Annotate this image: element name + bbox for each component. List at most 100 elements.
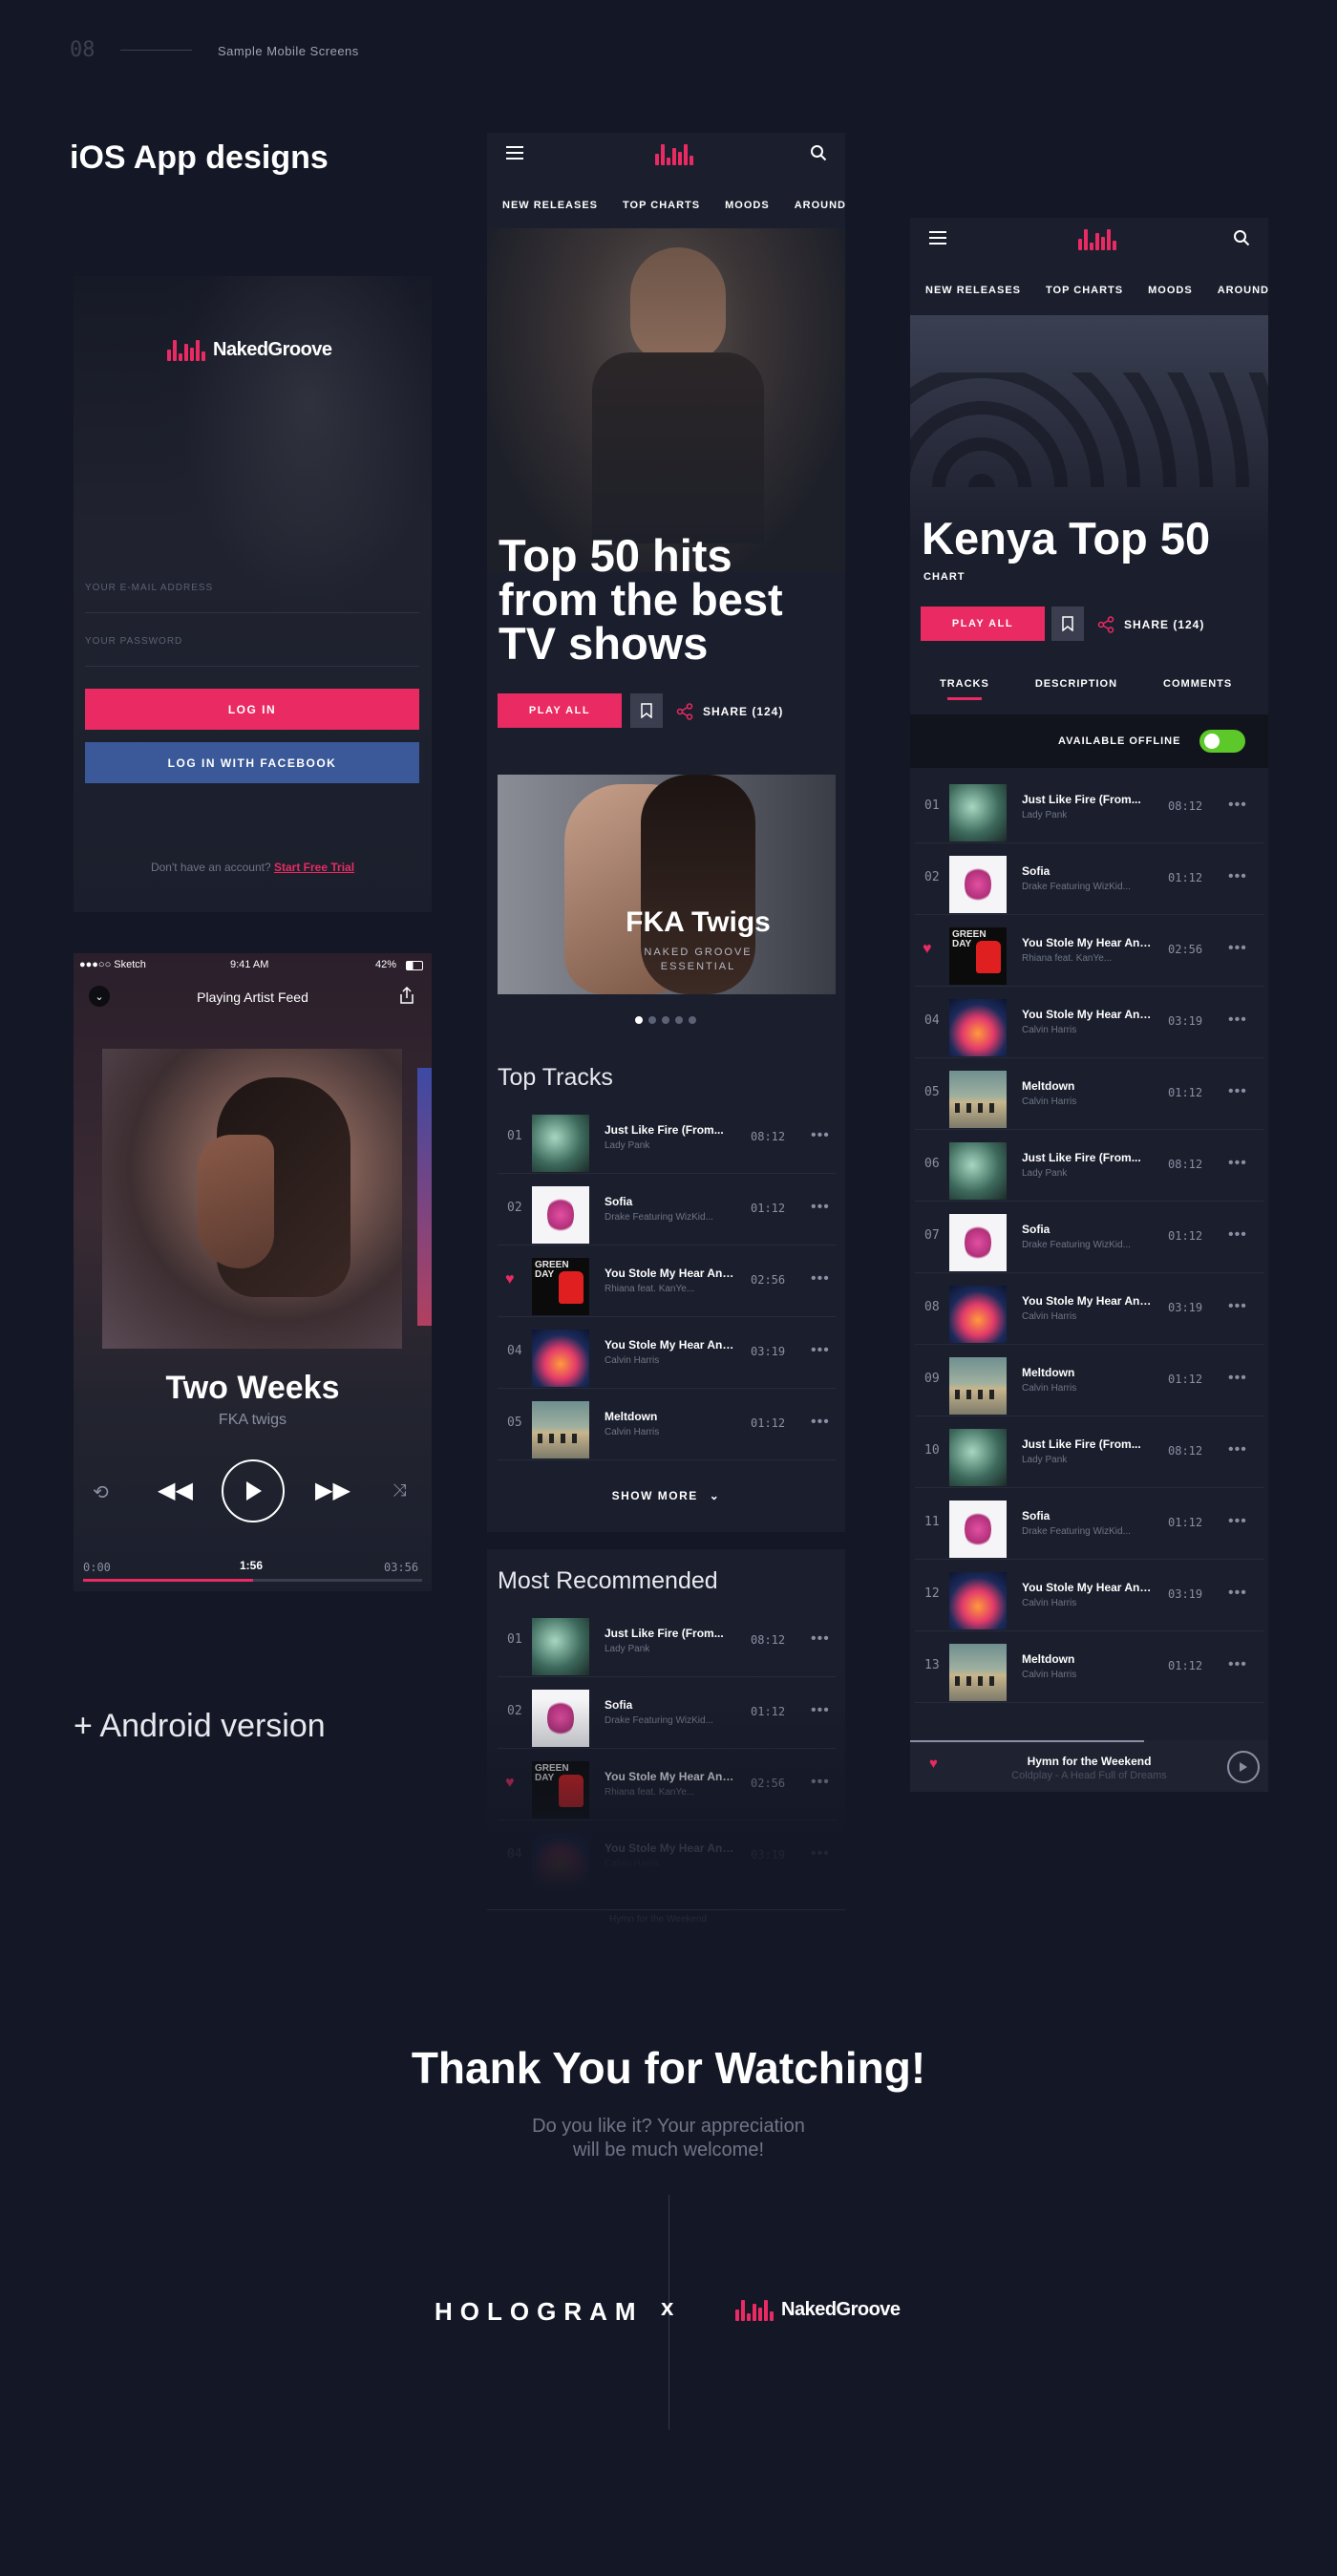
login-button[interactable]: LOG IN — [85, 689, 419, 730]
tab-around[interactable]: AROUND — [1218, 285, 1268, 296]
offline-toggle[interactable] — [1199, 730, 1245, 753]
tab-new-releases[interactable]: NEW RELEASES — [502, 200, 598, 211]
shuffle-button[interactable]: ⤨ — [393, 1480, 406, 1501]
track-row[interactable]: 09 Meltdown Calvin Harris 01:12 ••• — [915, 1345, 1263, 1416]
login-screen: NakedGroove YOUR E-MAIL ADDRESS YOUR PAS… — [74, 276, 432, 912]
track-row[interactable]: ♥ You Stole My Hear And... Rhiana feat. Ka… — [498, 1245, 836, 1317]
tab-tracks[interactable]: TRACKS — [940, 678, 989, 700]
more-options-icon[interactable]: ••• — [1228, 1585, 1247, 1602]
tab-around[interactable]: AROUND — [795, 200, 845, 211]
track-row[interactable]: 04 You Stole My Hear And... Calvin Harris 0… — [915, 987, 1263, 1058]
track-row[interactable]: 02 Sofia Drake Featuring WizKid... 01:12 ••• — [498, 1174, 836, 1245]
featured-sub2: ESSENTIAL — [660, 961, 736, 972]
more-options-icon[interactable]: ••• — [1228, 1513, 1247, 1530]
bookmark-button[interactable] — [630, 693, 663, 728]
track-row[interactable]: 10 Just Like Fire (From... Lady Pank 08:12 •… — [915, 1416, 1263, 1488]
featured-card[interactable]: FKA Twigs NAKED GROOVE ESSENTIAL — [498, 775, 836, 994]
start-trial-link[interactable]: Start Free Trial — [274, 861, 354, 874]
track-row[interactable]: 11 Sofia Drake Featuring WizKid... 01:12 ••• — [915, 1488, 1263, 1560]
share-action[interactable]: SHARE (124) — [676, 703, 783, 720]
track-row[interactable]: 01 Just Like Fire (From... Lady Pank 08:12 •… — [498, 1102, 836, 1174]
artwork-face — [198, 1135, 274, 1268]
track-row[interactable]: 13 Meltdown Calvin Harris 01:12 ••• — [915, 1631, 1263, 1703]
play-button[interactable] — [222, 1459, 285, 1522]
track-row[interactable]: 12 You Stole My Hear And... Calvin Harris 0… — [915, 1560, 1263, 1631]
progress-track[interactable] — [83, 1579, 422, 1582]
more-options-icon[interactable]: ••• — [1228, 940, 1247, 957]
track-row[interactable]: 08 You Stole My Hear And... Calvin Harris 0… — [915, 1273, 1263, 1345]
more-options-icon[interactable]: ••• — [1228, 797, 1247, 814]
password-field[interactable]: YOUR PASSWORD — [85, 631, 419, 667]
search-icon — [811, 145, 827, 161]
play-all-button[interactable]: PLAY ALL — [921, 607, 1045, 641]
menu-button[interactable] — [506, 146, 523, 164]
carousel-dot-active[interactable] — [635, 1016, 643, 1024]
track-row[interactable]: 06 Just Like Fire (From... Lady Pank 08:12 •… — [915, 1130, 1263, 1202]
tab-top-charts[interactable]: TOP CHARTS — [1046, 285, 1123, 296]
bookmark-button[interactable] — [1051, 607, 1084, 641]
search-button[interactable] — [1233, 229, 1250, 251]
progress-fill — [83, 1579, 253, 1582]
track-row[interactable]: 05 Meltdown Calvin Harris 01:12 ••• — [498, 1389, 836, 1460]
menu-button[interactable] — [929, 231, 946, 249]
more-options-icon[interactable]: ••• — [811, 1630, 830, 1648]
clock-label: 9:41 AM — [230, 959, 269, 970]
track-row[interactable]: 04 You Stole My Hear And... Calvin Harris 0… — [498, 1317, 836, 1389]
song-title: Two Weeks — [165, 1370, 340, 1406]
carousel-dot[interactable] — [675, 1016, 683, 1024]
track-row[interactable]: 01 Just Like Fire (From... Lady Pank 08:12 •… — [915, 772, 1263, 843]
kenya-chart-screen: NEW RELEASES TOP CHARTS MOODS AROUND Ken… — [910, 218, 1268, 1792]
carousel-dot[interactable] — [648, 1016, 656, 1024]
more-options-icon[interactable]: ••• — [1228, 1298, 1247, 1315]
more-options-icon[interactable]: ••• — [811, 1342, 830, 1359]
facebook-login-button[interactable]: LOG IN WITH FACEBOOK — [85, 742, 419, 783]
track-row[interactable]: ♥ You Stole My Hear And... Rhiana feat. Ka… — [915, 915, 1263, 987]
show-more-button[interactable]: SHOW MORE ⌄ — [487, 1489, 845, 1502]
more-options-icon[interactable]: ••• — [1228, 1011, 1247, 1029]
more-options-icon[interactable]: ••• — [1228, 1083, 1247, 1100]
tab-top-charts[interactable]: TOP CHARTS — [623, 200, 700, 211]
tab-comments[interactable]: COMMENTS — [1163, 678, 1232, 690]
tab-moods[interactable]: MOODS — [1148, 285, 1193, 296]
email-field[interactable]: YOUR E-MAIL ADDRESS — [85, 578, 419, 613]
more-options-icon[interactable]: ••• — [1228, 1155, 1247, 1172]
time-total: 03:56 — [384, 1561, 419, 1574]
search-button[interactable] — [810, 144, 827, 166]
more-options-icon[interactable]: ••• — [811, 1127, 830, 1144]
heart-icon[interactable]: ♥ — [505, 1271, 515, 1288]
mini-play-button[interactable] — [1227, 1751, 1260, 1783]
track-row[interactable]: 07 Sofia Drake Featuring WizKid... 01:12 ••• — [915, 1202, 1263, 1273]
heart-icon[interactable]: ♥ — [923, 941, 932, 958]
track-row[interactable]: 01 Just Like Fire (From... Lady Pank 08:12 •… — [498, 1606, 836, 1677]
carousel-dot[interactable] — [689, 1016, 696, 1024]
more-options-icon[interactable]: ••• — [1228, 868, 1247, 885]
next-button[interactable]: ▶▶ — [315, 1477, 350, 1504]
more-options-icon[interactable]: ••• — [811, 1414, 830, 1431]
more-options-icon[interactable]: ••• — [811, 1270, 830, 1288]
more-options-icon[interactable]: ••• — [1228, 1226, 1247, 1244]
play-icon — [1240, 1762, 1247, 1772]
track-row[interactable]: 05 Meltdown Calvin Harris 01:12 ••• — [915, 1058, 1263, 1130]
tab-new-releases[interactable]: NEW RELEASES — [925, 285, 1021, 296]
more-options-icon[interactable]: ••• — [1228, 1656, 1247, 1673]
tab-moods[interactable]: MOODS — [725, 200, 770, 211]
track-row[interactable]: 02 Sofia Drake Featuring WizKid... 01:12 ••• — [915, 843, 1263, 915]
mini-player[interactable]: ♥ Hymn for the Weekend Coldplay - A Head… — [910, 1740, 1268, 1792]
track-number: 02 — [924, 870, 940, 884]
naked-groove-logo-icon — [167, 339, 205, 361]
more-options-icon[interactable]: ••• — [1228, 1370, 1247, 1387]
tab-description[interactable]: DESCRIPTION — [1035, 678, 1117, 690]
album-thumbnail — [949, 1142, 1007, 1200]
carousel-dot[interactable] — [662, 1016, 669, 1024]
track-number: 06 — [924, 1157, 940, 1171]
track-artist: Drake Featuring WizKid... — [605, 1212, 713, 1223]
previous-button[interactable]: ◀◀ — [158, 1477, 193, 1504]
play-all-button[interactable]: PLAY ALL — [498, 693, 622, 728]
share-button[interactable] — [398, 986, 415, 1005]
repeat-button[interactable]: ⟲ — [93, 1480, 109, 1504]
track-title: You Stole My Hear And... — [605, 1338, 738, 1352]
more-options-icon[interactable]: ••• — [1228, 1441, 1247, 1458]
share-action[interactable]: SHARE (124) — [1097, 616, 1204, 633]
player-header-title: Playing Artist Feed — [197, 990, 308, 1005]
more-options-icon[interactable]: ••• — [811, 1199, 830, 1216]
